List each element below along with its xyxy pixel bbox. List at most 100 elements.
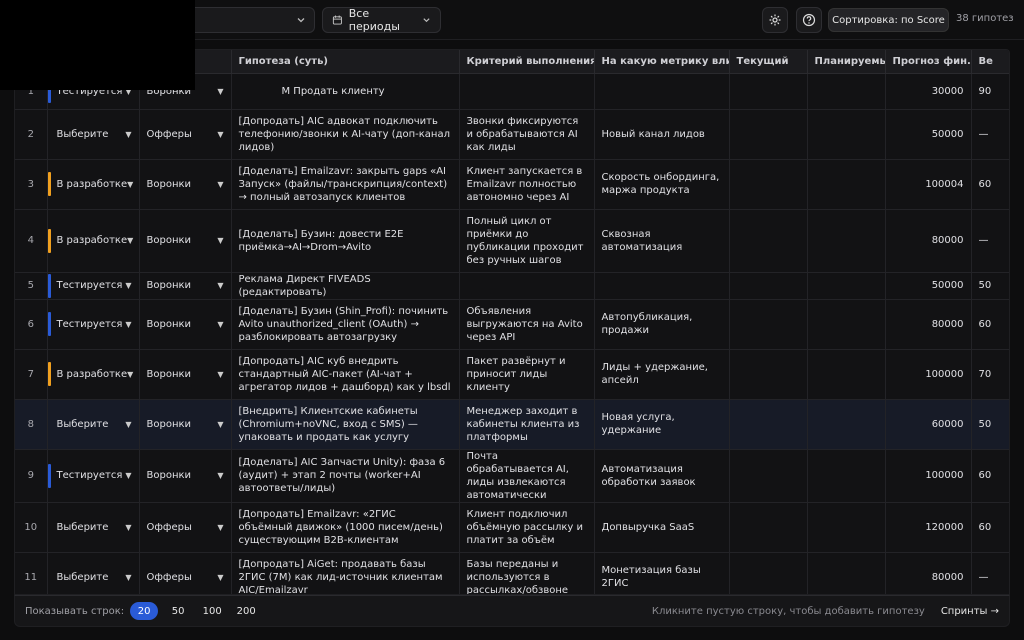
planned-cell[interactable]: [807, 449, 886, 503]
metric-cell[interactable]: Новая услуга, удержание: [594, 399, 730, 450]
weight-cell[interactable]: 60: [971, 502, 1009, 553]
forecast-cell[interactable]: 100004: [885, 159, 972, 210]
planned-cell[interactable]: [807, 299, 886, 350]
status-cell[interactable]: Выберите ▼: [47, 552, 140, 594]
planned-cell[interactable]: [807, 73, 886, 110]
category-cell[interactable]: Воронки ▼: [139, 349, 232, 400]
criteria-cell[interactable]: Звонки фиксируются и обрабатываются AI к…: [459, 109, 595, 160]
forecast-cell[interactable]: 120000: [885, 502, 972, 553]
criteria-cell[interactable]: Полный цикл от приёмки до публикации про…: [459, 209, 595, 273]
table-row[interactable]: 6 Тестируется ▼ Воронки ▼ [Доделать] Бузин (S…: [15, 299, 1009, 350]
status-cell[interactable]: Тестируется ▼: [47, 449, 140, 503]
weight-cell[interactable]: 60: [971, 449, 1009, 503]
forecast-cell[interactable]: 30000: [885, 73, 972, 110]
planned-cell[interactable]: [807, 552, 886, 594]
hypothesis-cell[interactable]: [Допродать] AIC куб внедрить стандартный…: [231, 349, 460, 400]
metric-cell[interactable]: Автоматизация обработки заявок: [594, 449, 730, 503]
forecast-cell[interactable]: 100000: [885, 449, 972, 503]
col-criteria[interactable]: Критерий выполнения: [459, 50, 595, 74]
status-cell[interactable]: Выберите ▼: [47, 399, 140, 450]
status-cell[interactable]: Выберите ▼: [47, 109, 140, 160]
metric-cell[interactable]: Автопубликация, продажи: [594, 299, 730, 350]
col-hypothesis[interactable]: Гипотеза (суть): [231, 50, 460, 74]
col-current[interactable]: Текущий: [729, 50, 808, 74]
weight-cell[interactable]: 90: [971, 73, 1009, 110]
hypothesis-cell[interactable]: М Продать клиенту: [231, 73, 460, 110]
table-row[interactable]: 9 Тестируется ▼ Воронки ▼ [Доделать] AIC Запч…: [15, 449, 1009, 503]
category-cell[interactable]: Воронки ▼: [139, 449, 232, 503]
status-cell[interactable]: В разработке ▼: [47, 349, 140, 400]
weight-cell[interactable]: 60: [971, 299, 1009, 350]
hypothesis-cell[interactable]: [Внедрить] Клиентские кабинеты (Chromium…: [231, 399, 460, 450]
table-row[interactable]: 4В разработке ▼ Воронки ▼ [Доделать] Бузин: …: [15, 209, 1009, 273]
page-size-200[interactable]: 200: [232, 602, 260, 620]
table-row[interactable]: 10 Выберите ▼ Офферы ▼ [Допродать] Emailzavr:…: [15, 502, 1009, 553]
weight-cell[interactable]: 50: [971, 272, 1009, 300]
col-weight[interactable]: Ве: [971, 50, 1009, 74]
col-metric[interactable]: На какую метрику влия: [594, 50, 730, 74]
page-size-20[interactable]: 20: [130, 602, 159, 620]
metric-cell[interactable]: Скорость онбординга, маржа продукта: [594, 159, 730, 210]
forecast-cell[interactable]: 80000: [885, 209, 972, 273]
col-forecast[interactable]: Прогноз фин. резу: [885, 50, 972, 74]
planned-cell[interactable]: [807, 159, 886, 210]
category-cell[interactable]: Воронки ▼: [139, 299, 232, 350]
hypothesis-cell[interactable]: [Доделать] AIC Запчасти Unity): фаза 6 (…: [231, 449, 460, 503]
current-cell[interactable]: [729, 399, 808, 450]
category-cell[interactable]: Воронки ▼: [139, 159, 232, 210]
current-cell[interactable]: [729, 272, 808, 300]
metric-cell[interactable]: Допвыручка SaaS: [594, 502, 730, 553]
planned-cell[interactable]: [807, 209, 886, 273]
forecast-cell[interactable]: 80000: [885, 299, 972, 350]
metric-cell[interactable]: Сквозная автоматизация: [594, 209, 730, 273]
metric-cell[interactable]: Новый канал лидов: [594, 109, 730, 160]
metric-cell[interactable]: Лиды + удержание, апсейл: [594, 349, 730, 400]
status-cell[interactable]: Тестируется ▼: [47, 272, 140, 300]
weight-cell[interactable]: —: [971, 209, 1009, 273]
weight-cell[interactable]: —: [971, 109, 1009, 160]
status-cell[interactable]: В разработке ▼: [47, 209, 140, 273]
current-cell[interactable]: [729, 109, 808, 160]
hypothesis-cell[interactable]: Реклама Директ FIVEADS (редактировать): [231, 272, 460, 300]
page-size-100[interactable]: 100: [198, 602, 226, 620]
weight-cell[interactable]: 50: [971, 399, 1009, 450]
hypothesis-cell[interactable]: [Доделать] Бузин (Shin_Profi): починить …: [231, 299, 460, 350]
current-cell[interactable]: [729, 449, 808, 503]
category-cell[interactable]: Офферы ▼: [139, 502, 232, 553]
page-size-50[interactable]: 50: [164, 602, 192, 620]
planned-cell[interactable]: [807, 109, 886, 160]
table-row[interactable]: 5 Тестируется ▼ Воронки ▼ Реклама Директ FIVE…: [15, 272, 1009, 300]
table-row[interactable]: 3В разработке ▼ Воронки ▼ [Доделать] Emailza…: [15, 159, 1009, 210]
status-cell[interactable]: В разработке ▼: [47, 159, 140, 210]
current-cell[interactable]: [729, 299, 808, 350]
criteria-cell[interactable]: Почта обрабатывается AI, лиды извлекаютс…: [459, 449, 595, 503]
planned-cell[interactable]: [807, 349, 886, 400]
planned-cell[interactable]: [807, 399, 886, 450]
weight-cell[interactable]: —: [971, 552, 1009, 594]
table-row[interactable]: 11 Выберите ▼ Офферы ▼ [Допродать] AiGet: про…: [15, 552, 1009, 594]
criteria-cell[interactable]: [459, 272, 595, 300]
metric-cell[interactable]: Монетизация базы 2ГИС: [594, 552, 730, 594]
status-cell[interactable]: Выберите ▼: [47, 502, 140, 553]
filter-select[interactable]: [195, 7, 315, 33]
forecast-cell[interactable]: 100000: [885, 349, 972, 400]
weight-cell[interactable]: 60: [971, 159, 1009, 210]
period-select[interactable]: Все периоды: [322, 7, 441, 33]
sort-button[interactable]: Сортировка: по Score: [828, 8, 949, 32]
current-cell[interactable]: [729, 552, 808, 594]
forecast-cell[interactable]: 50000: [885, 272, 972, 300]
forecast-cell[interactable]: 60000: [885, 399, 972, 450]
category-cell[interactable]: Воронки ▼: [139, 272, 232, 300]
criteria-cell[interactable]: [459, 73, 595, 110]
current-cell[interactable]: [729, 502, 808, 553]
table-row[interactable]: 7В разработке ▼ Воронки ▼ [Допродать] AIC ку…: [15, 349, 1009, 400]
criteria-cell[interactable]: Клиент запускается в Emailzavr полностью…: [459, 159, 595, 210]
planned-cell[interactable]: [807, 502, 886, 553]
category-cell[interactable]: Офферы ▼: [139, 552, 232, 594]
criteria-cell[interactable]: Менеджер заходит в кабинеты клиента из п…: [459, 399, 595, 450]
category-cell[interactable]: Офферы ▼: [139, 109, 232, 160]
table-row[interactable]: 8 Выберите ▼ Воронки ▼ [Внедрить] Клиентские …: [15, 399, 1009, 450]
planned-cell[interactable]: [807, 272, 886, 300]
hypothesis-cell[interactable]: [Допродать] Emailzavr: «2ГИС объёмный дв…: [231, 502, 460, 553]
forecast-cell[interactable]: 80000: [885, 552, 972, 594]
